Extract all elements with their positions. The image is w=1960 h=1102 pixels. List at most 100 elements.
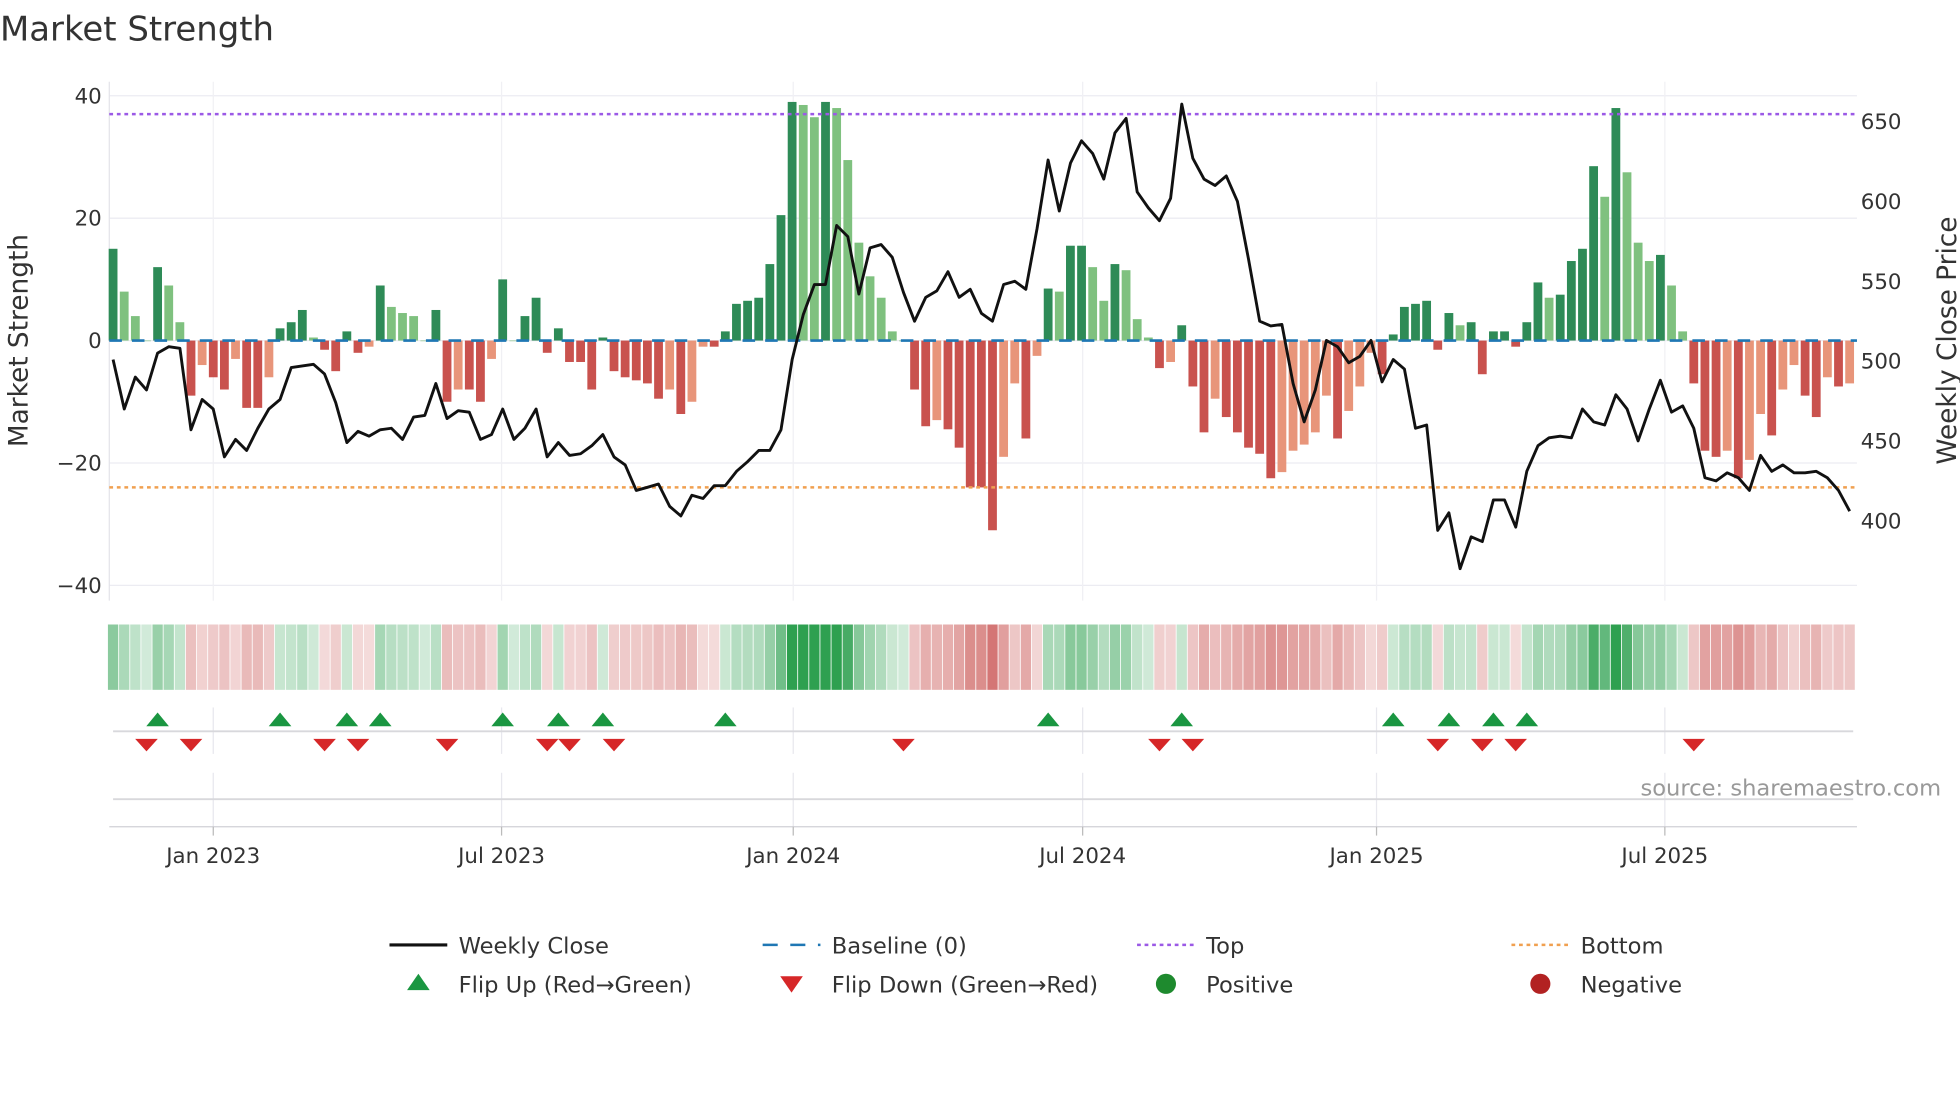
strength-bar: [398, 313, 407, 341]
strength-bar: [1344, 340, 1354, 411]
strength-bar: [386, 306, 396, 341]
heat-cell: [230, 624, 241, 690]
strength-bar: [442, 340, 452, 402]
strength-bar: [1266, 340, 1276, 479]
heat-cell: [953, 624, 965, 690]
strength-bar: [119, 291, 129, 341]
strength-bar: [887, 331, 897, 341]
heat-cell: [1532, 624, 1544, 690]
strength-bar: [1244, 340, 1253, 448]
heat-cell: [1844, 624, 1855, 690]
strength-bar: [988, 340, 997, 531]
heat-cell: [675, 624, 686, 690]
heat-cell: [1209, 624, 1221, 690]
heat-cell: [375, 624, 386, 690]
strength-bar: [1834, 340, 1843, 387]
heat-cell: [1488, 624, 1499, 690]
strength-bar: [876, 297, 886, 341]
x-tick-label: Jan 2025: [1328, 844, 1424, 869]
heat-cell: [219, 624, 230, 690]
heat-cell: [909, 624, 920, 690]
heat-cell: [575, 624, 586, 690]
flip-up-marker: [268, 712, 292, 727]
y2-tick-label: 550: [1861, 270, 1902, 295]
strength-bar: [587, 340, 597, 390]
heat-cell: [1165, 624, 1176, 690]
strength-bar: [865, 276, 875, 341]
weekly-close-line: [111, 102, 1851, 571]
y2-tick-label: 500: [1861, 350, 1902, 375]
heat-cell: [475, 624, 486, 690]
strength-bar: [286, 322, 296, 341]
heat-cell: [720, 624, 731, 690]
strength-bar: [231, 340, 240, 359]
heat-cell: [174, 624, 186, 690]
flip-down-marker: [135, 738, 158, 752]
strength-bar: [1633, 242, 1643, 341]
strength-bar: [1388, 334, 1398, 341]
heat-cell: [1221, 624, 1232, 690]
flip-down-marker: [1504, 738, 1527, 752]
strength-bars: [108, 101, 1855, 531]
heat-cell: [686, 624, 698, 690]
strength-bar: [732, 303, 741, 341]
strength-bar: [1700, 340, 1710, 451]
y2-tick-label: 650: [1861, 110, 1902, 135]
heat-cell: [1454, 624, 1466, 690]
strength-bar: [765, 264, 775, 341]
strength-bar: [1522, 322, 1532, 341]
strength-bar: [1622, 172, 1632, 341]
heat-cell: [1187, 624, 1199, 690]
strength-bar: [1611, 108, 1621, 341]
x-tick-label: Jul 2025: [1619, 844, 1708, 869]
heat-cell: [252, 624, 263, 690]
flip-down-marker: [1181, 738, 1205, 752]
heat-cell: [1076, 624, 1087, 690]
heat-cell: [1120, 624, 1132, 690]
strength-bar: [720, 331, 730, 341]
legend-label: Bottom: [1581, 934, 1664, 960]
strength-bar: [943, 340, 953, 430]
strength-bar: [1745, 340, 1754, 460]
heat-cell: [1610, 624, 1622, 690]
strength-bar: [1600, 196, 1610, 341]
y-tick-label: 0: [88, 329, 102, 354]
heat-cell: [1432, 624, 1443, 690]
strength-bar: [809, 117, 819, 341]
strength-bar: [487, 340, 496, 359]
strength-bar: [1277, 340, 1287, 473]
heat-cell: [130, 624, 141, 690]
heat-cell: [1688, 624, 1699, 690]
strength-bar: [1210, 340, 1220, 399]
flip-down-marker: [558, 738, 581, 752]
heat-cell: [386, 624, 397, 690]
strength-bar: [743, 300, 752, 341]
heat-cell: [1699, 624, 1711, 690]
strength-bar: [910, 340, 919, 390]
strength-bar: [965, 340, 975, 488]
heat-cell: [920, 624, 931, 690]
heat-cell: [1833, 624, 1844, 690]
strength-bar: [1166, 340, 1175, 362]
strength-bar: [108, 248, 118, 341]
legend-circle-icon: [1155, 973, 1176, 994]
heat-cell: [441, 624, 453, 690]
y2-tick-label: 600: [1861, 190, 1902, 215]
strength-bar: [431, 309, 441, 341]
strength-bar: [1099, 300, 1109, 341]
heat-cell: [1677, 624, 1688, 690]
strength-bar: [1845, 340, 1855, 384]
strength-bar: [375, 285, 385, 341]
strength-bar: [999, 340, 1009, 457]
strength-bar: [1088, 267, 1098, 341]
strength-bar: [1778, 340, 1788, 390]
heat-cell: [642, 624, 653, 690]
heat-cell: [1343, 624, 1354, 690]
strength-bar: [1644, 261, 1654, 341]
heat-cell: [297, 624, 308, 690]
strength-bar: [1756, 340, 1765, 414]
legend-flip-up-icon: [407, 973, 430, 991]
strength-bar: [1767, 340, 1777, 436]
heat-cell: [742, 624, 753, 690]
strength-bar: [1054, 291, 1064, 341]
